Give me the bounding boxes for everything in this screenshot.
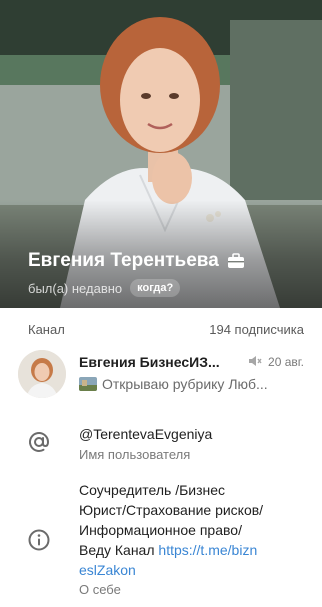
username-label: Имя пользователя [79,447,191,462]
about-link-part-2[interactable]: eslZakon [79,560,263,580]
about-line-1: Соучредитель /Бизнес [79,482,226,498]
about-line-3: Информационное право/ [79,522,242,538]
channel-date: 20 авг. [268,355,304,369]
channel-section-header: Канал 194 подписчика [28,322,304,337]
about-text: Соучредитель /Бизнес Юрист/Страхование р… [79,480,263,580]
about-row[interactable]: Соучредитель /Бизнес Юрист/Страхование р… [0,478,322,602]
info-icon [27,528,51,557]
about-link-part-1[interactable]: https://t.me/bizn [158,542,257,558]
at-icon [27,430,51,459]
when-button[interactable]: когда? [130,279,181,297]
profile-name: Евгения Терентьева [28,250,219,271]
about-line-4: Веду Канал https://t.me/bizn [79,540,263,560]
last-seen-row: был(а) недавно когда? [28,279,181,297]
channel-section-label: Канал [28,322,65,337]
profile-name-row: Евгения Терентьева [28,250,245,272]
channel-preview: Открываю рубрику Люб... [102,376,268,392]
username-value: @TerentevaEvgeniya [79,426,213,442]
personal-channel-item[interactable]: Евгения БизнесИЗ... 20 авг. Открываю руб… [18,348,304,400]
muted-icon [248,354,262,372]
channel-name: Евгения БизнесИЗ... [79,354,220,370]
about-line-4-text: Веду Канал [79,542,159,558]
channel-avatar [18,350,66,398]
subscriber-count: 194 подписчика [209,322,304,337]
message-thumbnail [79,377,97,391]
about-line-2: Юрист/Страхование рисков/ [79,502,264,518]
briefcase-icon [227,253,245,269]
last-seen-text: был(а) недавно [28,280,123,296]
profile-header: Евгения Терентьева был(а) недавно когда? [0,0,322,308]
channel-last-message: Открываю рубрику Люб... [79,376,268,392]
username-row[interactable]: @TerentevaEvgeniya Имя пользователя [0,420,322,470]
about-label: О себе [79,582,121,597]
